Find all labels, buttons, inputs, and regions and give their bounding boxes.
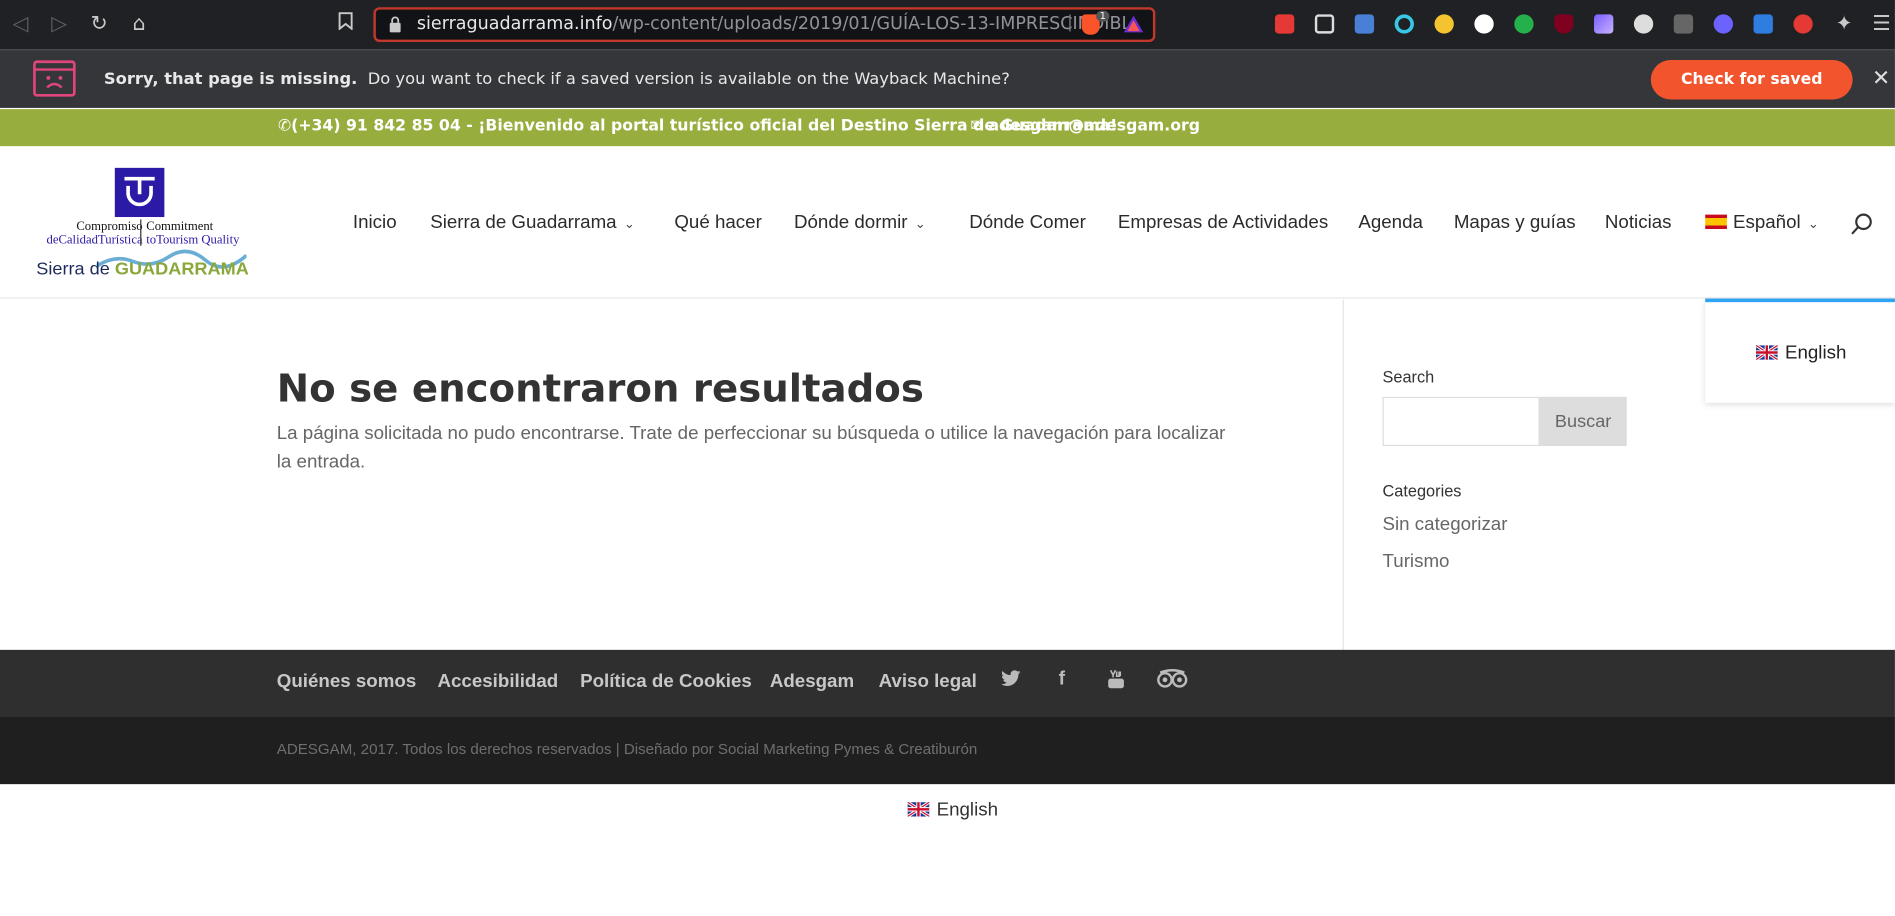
browser-toolbar: ◁ ▷ ↻ ⌂ sierraguadarrama.info/wp-content… (0, 0, 1895, 50)
sad-page-icon (33, 60, 77, 102)
menu-icon[interactable]: ☰ (1868, 11, 1895, 37)
star-extension-icon[interactable] (1713, 14, 1733, 34)
language-switcher[interactable]: Español ⌄ (1705, 212, 1819, 234)
url-text[interactable]: sierraguadarrama.info/wp-content/uploads… (417, 14, 1131, 33)
contact-topbar: ✆(+34) 91 842 85 04 - ¡Bienvenido al por… (0, 109, 1895, 147)
site-logo[interactable]: Compromiso deCalidadTurística Commitment… (34, 165, 249, 283)
color-extension-icon[interactable] (1394, 14, 1414, 34)
check-saved-version-button[interactable]: Check for saved version (1650, 59, 1853, 128)
language-option-english[interactable]: English (1755, 343, 1846, 365)
quality-badge-icon (114, 167, 165, 218)
chevron-down-icon: ⌄ (914, 217, 926, 232)
sidebar-divider (1342, 299, 1344, 650)
reload-icon[interactable]: ↻ (86, 11, 113, 37)
spain-flag-icon (1705, 214, 1727, 230)
page-title: No se encontraron resultados (276, 365, 924, 412)
privacy-extension-icon[interactable] (1474, 14, 1494, 34)
w-extension-icon[interactable] (1434, 14, 1454, 34)
menu-item-donde-dormir[interactable]: Dónde dormir ⌄ (794, 212, 926, 234)
forward-icon[interactable]: ▷ (46, 11, 73, 37)
translate-extension-icon[interactable] (1354, 14, 1375, 34)
menu-item-mapas-y-guias[interactable]: Mapas y guías (1454, 212, 1576, 234)
pin-extension-icon[interactable] (1274, 14, 1295, 34)
lock-extension-icon[interactable] (1514, 14, 1534, 34)
menu-item-donde-comer[interactable]: Dónde Comer (969, 212, 1086, 234)
menu-item-noticias[interactable]: Noticias (1605, 212, 1672, 234)
search-input[interactable] (1382, 396, 1540, 447)
code-extension-icon[interactable] (1673, 14, 1694, 34)
seo-extension-icon[interactable] (1793, 14, 1813, 34)
address-bar[interactable]: sierraguadarrama.info/wp-content/uploads… (373, 7, 1156, 42)
not-found-message: La página solicitada no pudo encontrarse… (276, 423, 1226, 473)
category-link-sin-categorizar[interactable]: Sin categorizar (1383, 514, 1508, 536)
email-icon: ✉ (970, 117, 984, 136)
ip-extension-icon[interactable] (1633, 14, 1654, 34)
footer-link-politica-de-cookies[interactable]: Política de Cookies (580, 671, 752, 693)
home-icon[interactable]: ⌂ (126, 11, 153, 37)
facebook-icon[interactable]: f (1059, 669, 1065, 691)
b-extension-icon[interactable] (1753, 14, 1773, 34)
chevron-down-icon: ⌄ (1807, 217, 1820, 232)
footer-bottom: ADESGAM, 2017. Todos los derechos reserv… (0, 717, 1895, 785)
search-widget-title: Search (1382, 368, 1435, 387)
site-header: Compromiso deCalidadTurística Commitment… (0, 146, 1895, 299)
lock-icon (388, 16, 403, 39)
phone-icon: ✆ (277, 117, 292, 136)
wayback-notification: Sorry, that page is missing. Do you want… (0, 49, 1895, 128)
copyright-text: ADESGAM, 2017. Todos los derechos reserv… (276, 740, 978, 758)
footer-nav: Quiénes somos Accesibilidad Política de … (0, 649, 1895, 718)
brave-rewards-icon[interactable] (1123, 14, 1145, 38)
youtube-icon[interactable] (1107, 669, 1125, 694)
menu-item-sierra-de-guadarrama[interactable]: Sierra de Guadarrama ⌄ (430, 212, 635, 234)
tripadvisor-icon[interactable] (1157, 669, 1188, 693)
menu-item-inicio[interactable]: Inicio (353, 212, 397, 234)
footer-link-adesgam[interactable]: Adesgam (770, 671, 854, 693)
bottom-language-link[interactable]: English (907, 800, 998, 822)
search-icon[interactable] (1850, 212, 1874, 241)
window-extension-icon[interactable] (1314, 14, 1335, 34)
menu-item-que-hacer[interactable]: Qué hacer (674, 212, 761, 234)
bookmark-icon[interactable] (332, 11, 359, 37)
category-link-turismo[interactable]: Turismo (1383, 552, 1450, 574)
twitter-icon[interactable] (1001, 669, 1022, 692)
footer-link-quienes-somos[interactable]: Quiénes somos (277, 671, 417, 693)
footer-link-aviso-legal[interactable]: Aviso legal (879, 671, 977, 693)
menu-item-agenda[interactable]: Agenda (1358, 212, 1423, 234)
wayback-message: Sorry, that page is missing. Do you want… (103, 69, 1010, 89)
chevron-down-icon: ⌄ (623, 217, 635, 232)
uk-flag-icon (907, 802, 930, 817)
menu-item-empresas-de-actividades[interactable]: Empresas de Actividades (1118, 212, 1328, 234)
shields-count-badge: 1 (1096, 10, 1110, 22)
close-icon[interactable]: ✕ (1872, 66, 1890, 91)
uk-flag-icon (1755, 345, 1778, 360)
back-icon[interactable]: ◁ (7, 11, 34, 37)
email-link[interactable]: ✉ adesgam@adesgam.org (970, 118, 1200, 136)
categories-widget-title: Categories (1382, 481, 1462, 500)
feather-extension-icon[interactable] (1594, 14, 1614, 34)
extensions-puzzle-icon[interactable]: ✦ (1831, 11, 1858, 37)
search-button[interactable]: Buscar (1539, 396, 1627, 447)
language-dropdown: English (1705, 298, 1895, 403)
ublock-icon[interactable] (1554, 14, 1574, 34)
footer-link-accesibilidad[interactable]: Accesibilidad (437, 671, 558, 693)
